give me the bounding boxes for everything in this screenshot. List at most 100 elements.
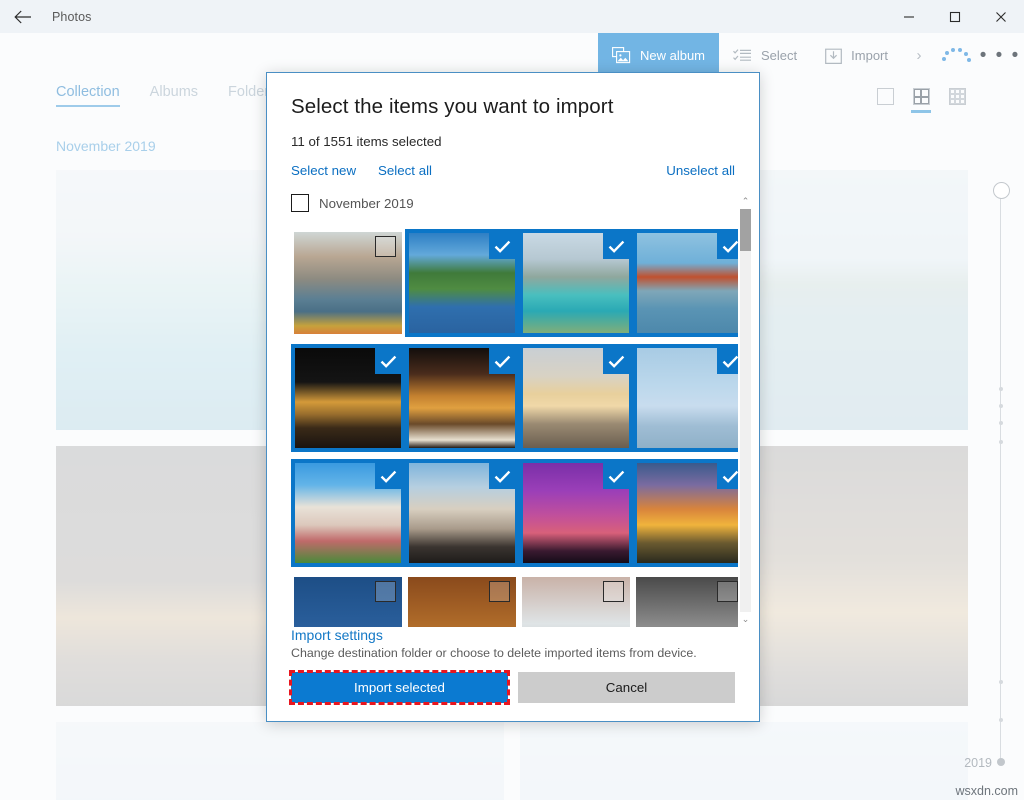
- app-title: Photos: [52, 10, 92, 24]
- timeline-dot: [999, 440, 1003, 444]
- thumbnail-item[interactable]: [291, 571, 405, 627]
- view-mode-large[interactable]: [874, 88, 896, 113]
- photos-app-window: Photos New album: [0, 0, 1024, 800]
- minimize-button[interactable]: [886, 0, 932, 33]
- close-button[interactable]: [978, 0, 1024, 33]
- thumb-paris-vegas-night[interactable]: [291, 344, 405, 452]
- thumbnail-item[interactable]: [291, 341, 405, 455]
- thumbnail-checkbox-checked[interactable]: [489, 348, 515, 374]
- thumbnail-checkbox-checked[interactable]: [489, 233, 515, 259]
- thumb-rock-canyon[interactable]: [408, 577, 516, 627]
- thumb-seine-sunset[interactable]: [519, 344, 633, 452]
- thumbnail-item[interactable]: [405, 226, 519, 340]
- select-all-link[interactable]: Select all: [378, 163, 432, 178]
- watermark: wsxdn.com: [955, 784, 1018, 798]
- thumb-bellagio-fountains[interactable]: [405, 344, 519, 452]
- group-label: November 2019: [319, 196, 414, 211]
- import-icon: [825, 47, 842, 65]
- timeline-track: [1000, 192, 1001, 760]
- thumbnail-checkbox-checked[interactable]: [603, 233, 629, 259]
- view-mode-medium[interactable]: [910, 88, 932, 113]
- timeline-dot: [999, 680, 1003, 684]
- thumbnail-checkbox-checked[interactable]: [603, 348, 629, 374]
- scrollbar-track[interactable]: [740, 209, 751, 612]
- thumbnail-grid: [291, 226, 759, 627]
- view-mode-switcher: [874, 88, 968, 113]
- thumb-disney-hotel-dusk[interactable]: [405, 459, 519, 567]
- thumbnail-item[interactable]: [633, 226, 747, 340]
- thumb-eiffel-sunset[interactable]: [633, 459, 747, 567]
- timeline-year-label: 2019: [964, 756, 992, 770]
- thumbnail-checkbox-checked[interactable]: [489, 463, 515, 489]
- collection-month-heading: November 2019: [56, 138, 156, 154]
- thumbnail-checkbox-checked[interactable]: [375, 348, 401, 374]
- thumb-colmar-canal[interactable]: [294, 232, 402, 334]
- scrollbar-thumb[interactable]: [740, 209, 751, 251]
- group-header[interactable]: November 2019: [291, 194, 759, 212]
- thumbnail-item[interactable]: [405, 456, 519, 570]
- thumbnail-checkbox-unchecked[interactable]: [375, 236, 396, 257]
- thumbnail-checkbox-unchecked[interactable]: [489, 581, 510, 602]
- tab-albums[interactable]: Albums: [150, 84, 198, 105]
- group-checkbox[interactable]: [291, 194, 309, 212]
- tab-collection[interactable]: Collection: [56, 84, 120, 107]
- dialog-title: Select the items you want to import: [291, 95, 735, 119]
- thumbnail-checkbox-checked[interactable]: [375, 463, 401, 489]
- dialog-button-row: Import selected Cancel: [291, 672, 735, 703]
- cancel-button[interactable]: Cancel: [518, 672, 735, 703]
- thumb-coastal-city[interactable]: [519, 229, 633, 337]
- import-settings-description: Change destination folder or choose to d…: [291, 646, 735, 660]
- maximize-button[interactable]: [932, 0, 978, 33]
- thumbnail-item[interactable]: [633, 456, 747, 570]
- thumbnail-item[interactable]: [633, 341, 747, 455]
- timeline-dot: [999, 421, 1003, 425]
- thumb-seine-daytime[interactable]: [633, 344, 747, 452]
- scroll-up-arrow-icon[interactable]: ⌃: [738, 194, 753, 209]
- dialog-scrollbar[interactable]: ⌃ ⌄: [738, 194, 753, 627]
- thumb-disney-hotel-day[interactable]: [291, 459, 405, 567]
- thumbnail-item[interactable]: [519, 571, 633, 627]
- chevron-right-icon[interactable]: ›: [902, 33, 936, 78]
- collection-photo[interactable]: [56, 722, 504, 800]
- select-new-link[interactable]: Select new: [291, 163, 356, 178]
- thumbnail-item[interactable]: [291, 456, 405, 570]
- thumbnail-item[interactable]: [405, 571, 519, 627]
- import-button[interactable]: Import: [811, 33, 902, 78]
- thumb-eiffel-purple-sky[interactable]: [519, 459, 633, 567]
- thumbnail-item[interactable]: [291, 226, 405, 340]
- thumbnail-checkbox-checked[interactable]: [603, 463, 629, 489]
- timeline-dot: [999, 404, 1003, 408]
- thumbnail-checkbox-unchecked[interactable]: [375, 581, 396, 602]
- thumbnail-item[interactable]: [405, 341, 519, 455]
- title-bar: Photos: [0, 0, 1024, 33]
- thumb-golden-gate-bridge[interactable]: [633, 229, 747, 337]
- timeline-scrubber[interactable]: 2019: [986, 182, 1016, 772]
- thumbnail-item[interactable]: [519, 341, 633, 455]
- more-options-icon[interactable]: • • •: [976, 33, 1024, 86]
- new-album-label: New album: [640, 48, 705, 63]
- thumb-lake-village[interactable]: [405, 229, 519, 337]
- import-settings-link[interactable]: Import settings: [291, 627, 735, 643]
- select-icon: [733, 48, 752, 64]
- unselect-all-link[interactable]: Unselect all: [666, 163, 735, 178]
- scroll-down-arrow-icon[interactable]: ⌄: [738, 612, 753, 627]
- timeline-dot: [999, 718, 1003, 722]
- thumbnail-checkbox-unchecked[interactable]: [603, 581, 624, 602]
- thumb-night-blue[interactable]: [294, 577, 402, 627]
- thumb-greyscale-scene[interactable]: [636, 577, 744, 627]
- collection-photo[interactable]: [520, 722, 968, 800]
- thumbnail-item[interactable]: [519, 226, 633, 340]
- thumbnail-scroll-area: November 2019: [267, 194, 759, 627]
- thumbnail-item[interactable]: [519, 456, 633, 570]
- thumbnail-item[interactable]: [633, 571, 747, 627]
- thumb-building-sky[interactable]: [522, 577, 630, 627]
- view-mode-small[interactable]: [946, 88, 968, 113]
- back-arrow-icon[interactable]: [0, 0, 46, 33]
- window-controls: [886, 0, 1024, 33]
- dialog-header: Select the items you want to import 11 o…: [267, 73, 759, 178]
- dialog-footer: Import settings Change destination folde…: [267, 627, 759, 721]
- timeline-handle[interactable]: [993, 182, 1010, 199]
- selected-count-text: 11 of 1551 items selected: [291, 134, 735, 149]
- thumbnail-checkbox-unchecked[interactable]: [717, 581, 738, 602]
- import-selected-button[interactable]: Import selected: [291, 672, 508, 703]
